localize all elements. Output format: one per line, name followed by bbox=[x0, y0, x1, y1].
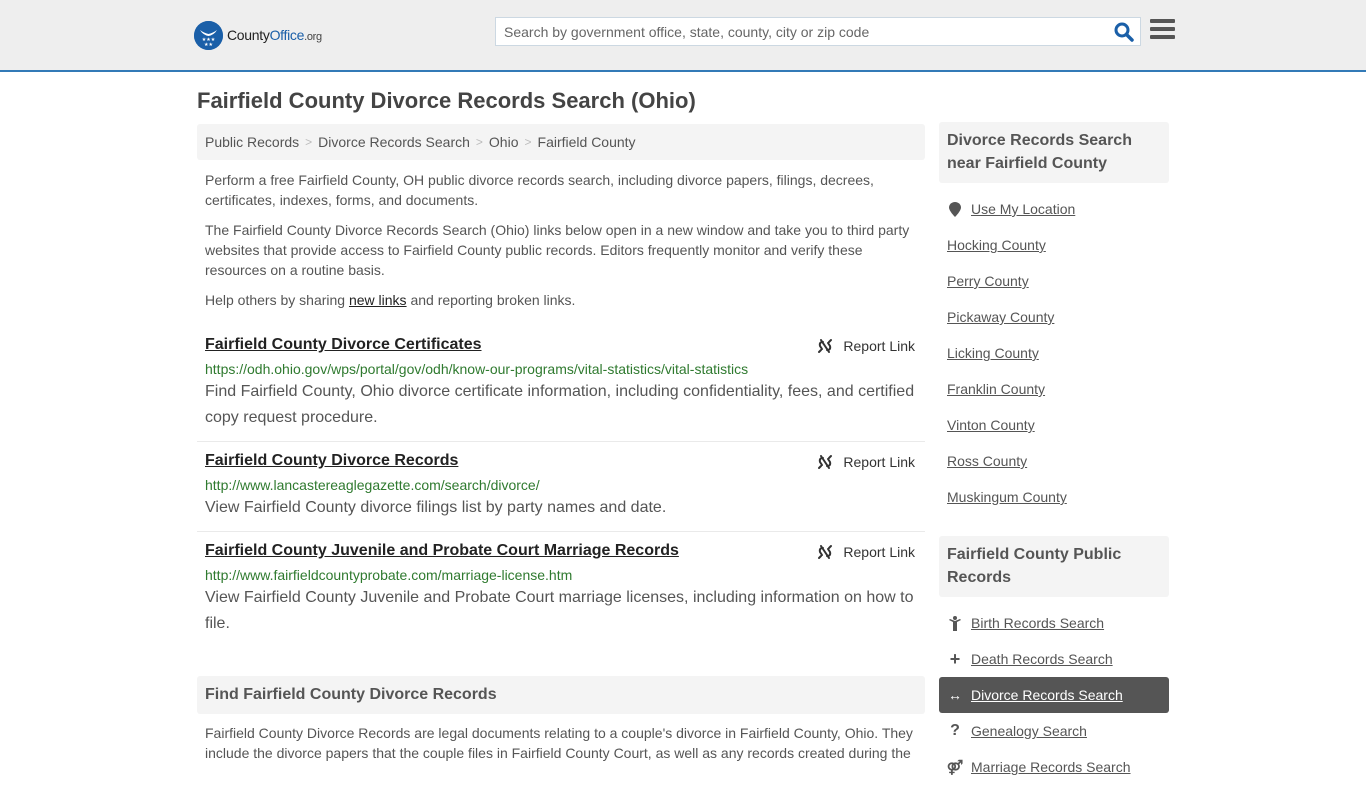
broken-link-icon bbox=[818, 455, 833, 469]
child-icon bbox=[947, 615, 963, 631]
nearby-county-item: Pickaway County bbox=[939, 299, 1169, 335]
report-link-label: Report Link bbox=[843, 454, 915, 470]
sidebar-nearby: Divorce Records Search near Fairfield Co… bbox=[939, 122, 1169, 515]
intro-paragraph: The Fairfield County Divorce Records Sea… bbox=[205, 222, 910, 278]
nearby-county-link[interactable]: Franklin County bbox=[947, 381, 1045, 397]
site-header: ★★★ ★★ CountyOffice.org bbox=[0, 0, 1366, 72]
marriage-icon: ⚤ bbox=[946, 758, 964, 775]
sidebar-item-genealogy[interactable]: ? Genealogy Search bbox=[939, 713, 1169, 749]
results-list: Fairfield County Divorce Certificates Re… bbox=[197, 330, 925, 647]
question-icon: ? bbox=[950, 722, 960, 739]
broken-link-icon bbox=[818, 545, 833, 559]
genealogy-link[interactable]: Genealogy Search bbox=[971, 723, 1087, 739]
search-icon bbox=[1114, 22, 1134, 42]
sidebar-nearby-heading: Divorce Records Search near Fairfield Co… bbox=[939, 122, 1169, 183]
report-link-button[interactable]: Report Link bbox=[817, 338, 915, 354]
result-item: Fairfield County Divorce Records Report … bbox=[197, 442, 925, 532]
nearby-county-list: Use My Location Hocking County Perry Cou… bbox=[939, 183, 1169, 515]
site-logo[interactable]: ★★★ ★★ CountyOffice.org bbox=[194, 20, 322, 50]
sidebar-public-records: Fairfield County Public Records Birth Re… bbox=[939, 536, 1169, 785]
menu-bar bbox=[1150, 19, 1175, 23]
nearby-county-item: Perry County bbox=[939, 263, 1169, 299]
intro-paragraph: Perform a free Fairfield County, OH publ… bbox=[205, 172, 874, 208]
share-text-before: Help others by sharing bbox=[205, 292, 349, 308]
nearby-county-link[interactable]: Ross County bbox=[947, 453, 1027, 469]
marriage-records-link[interactable]: Marriage Records Search bbox=[971, 759, 1131, 775]
breadcrumb-separator: > bbox=[305, 135, 313, 149]
nearby-county-item: Licking County bbox=[939, 335, 1169, 371]
breadcrumb-public-records[interactable]: Public Records bbox=[205, 134, 299, 150]
page-title: Fairfield County Divorce Records Search … bbox=[197, 88, 696, 113]
death-records-link[interactable]: Death Records Search bbox=[971, 651, 1113, 667]
nearby-county-link[interactable]: Licking County bbox=[947, 345, 1039, 361]
search-input[interactable] bbox=[496, 18, 1106, 45]
logo-text-county: County bbox=[227, 27, 270, 43]
breadcrumb-separator: > bbox=[524, 135, 532, 149]
hamburger-menu-icon[interactable] bbox=[1150, 19, 1175, 43]
use-my-location-item: Use My Location bbox=[939, 191, 1169, 227]
breadcrumb-divorce-records-search[interactable]: Divorce Records Search bbox=[318, 134, 470, 150]
result-url: http://www.fairfieldcountyprobate.com/ma… bbox=[205, 567, 573, 583]
intro: Perform a free Fairfield County, OH publ… bbox=[197, 170, 925, 310]
plus-icon: + bbox=[949, 648, 961, 669]
result-description: Find Fairfield County, Ohio divorce cert… bbox=[205, 383, 915, 426]
breadcrumb-ohio[interactable]: Ohio bbox=[489, 134, 519, 150]
report-link-button[interactable]: Report Link bbox=[817, 454, 915, 470]
nearby-county-item: Muskingum County bbox=[939, 479, 1169, 515]
share-links-paragraph: Help others by sharing new links and rep… bbox=[197, 290, 925, 310]
result-description: View Fairfield County Juvenile and Proba… bbox=[205, 589, 914, 632]
menu-bar bbox=[1150, 35, 1175, 39]
sidebar-public-records-heading: Fairfield County Public Records bbox=[939, 536, 1169, 597]
nearby-county-item: Vinton County bbox=[939, 407, 1169, 443]
find-records-heading: Find Fairfield County Divorce Records bbox=[197, 676, 925, 714]
sidebar-item-death-records[interactable]: + Death Records Search bbox=[939, 641, 1169, 677]
double-arrow-icon: ↔ bbox=[948, 687, 962, 703]
main-content: Public Records > Divorce Records Search … bbox=[197, 124, 925, 647]
logo-text-tld: .org bbox=[304, 31, 322, 43]
nearby-county-link[interactable]: Pickaway County bbox=[947, 309, 1054, 325]
report-link-label: Report Link bbox=[843, 544, 915, 560]
map-marker-icon bbox=[947, 201, 963, 217]
logo-wordmark: CountyOffice.org bbox=[227, 27, 322, 43]
sidebar-item-birth-records[interactable]: Birth Records Search bbox=[939, 605, 1169, 641]
nearby-county-item: Ross County bbox=[939, 443, 1169, 479]
result-url: https://odh.ohio.gov/wps/portal/gov/odh/… bbox=[205, 361, 749, 377]
report-link-label: Report Link bbox=[843, 338, 915, 354]
svg-text:★★: ★★ bbox=[204, 42, 213, 48]
nearby-county-item: Franklin County bbox=[939, 371, 1169, 407]
breadcrumb-current: Fairfield County bbox=[537, 134, 636, 150]
nearby-county-link[interactable]: Perry County bbox=[947, 273, 1029, 289]
divorce-records-link[interactable]: Divorce Records Search bbox=[971, 687, 1123, 703]
result-description: View Fairfield County divorce filings li… bbox=[205, 499, 667, 516]
menu-bar bbox=[1150, 27, 1175, 31]
result-title-link[interactable]: Fairfield County Divorce Records bbox=[205, 452, 458, 470]
sidebar-item-marriage-records[interactable]: ⚤ Marriage Records Search bbox=[939, 749, 1169, 785]
broken-link-icon bbox=[818, 339, 833, 353]
use-my-location-link[interactable]: Use My Location bbox=[971, 201, 1075, 217]
result-item: Fairfield County Juvenile and Probate Co… bbox=[197, 532, 925, 647]
breadcrumb: Public Records > Divorce Records Search … bbox=[197, 124, 925, 160]
sidebar-item-divorce-records[interactable]: ↔ Divorce Records Search bbox=[939, 677, 1169, 713]
result-title-link[interactable]: Fairfield County Divorce Certificates bbox=[205, 336, 482, 354]
nearby-county-link[interactable]: Vinton County bbox=[947, 417, 1035, 433]
nearby-county-link[interactable]: Muskingum County bbox=[947, 489, 1067, 505]
eagle-stars-emblem-icon: ★★★ ★★ bbox=[194, 20, 223, 50]
share-text-after: and reporting broken links. bbox=[406, 292, 576, 308]
search-box bbox=[495, 17, 1141, 46]
find-records-text: Fairfield County Divorce Records are leg… bbox=[205, 725, 913, 761]
breadcrumb-separator: > bbox=[475, 135, 483, 149]
logo-text-office: Office bbox=[269, 27, 305, 43]
result-title-link[interactable]: Fairfield County Juvenile and Probate Co… bbox=[205, 542, 679, 560]
report-link-button[interactable]: Report Link bbox=[817, 544, 915, 560]
birth-records-link[interactable]: Birth Records Search bbox=[971, 615, 1104, 631]
nearby-county-item: Hocking County bbox=[939, 227, 1169, 263]
nearby-county-link[interactable]: Hocking County bbox=[947, 237, 1046, 253]
result-url: http://www.lancastereaglegazette.com/sea… bbox=[205, 477, 540, 493]
new-links-link[interactable]: new links bbox=[349, 292, 407, 308]
public-records-list: Birth Records Search + Death Records Sea… bbox=[939, 597, 1169, 785]
search-button[interactable] bbox=[1114, 22, 1134, 42]
result-item: Fairfield County Divorce Certificates Re… bbox=[197, 330, 925, 442]
